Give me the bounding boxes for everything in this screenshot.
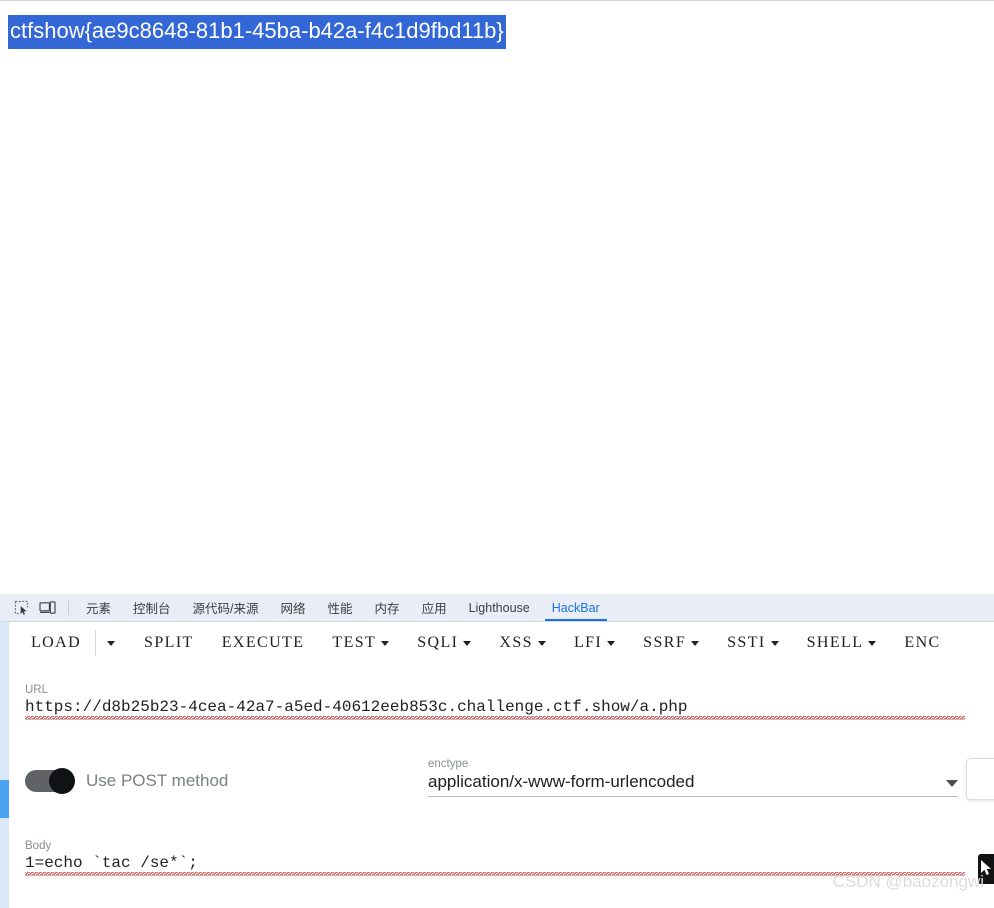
devtools-tab-network[interactable]: 网络 [270, 594, 317, 621]
body-input[interactable]: 1=echo `tac /se*`; [25, 854, 965, 876]
use-post-method-label: Use POST method [86, 771, 229, 790]
ssrf-menu-button[interactable]: SSRF [637, 630, 705, 656]
test-menu-button[interactable]: TEST [326, 630, 395, 656]
chevron-down-icon [770, 640, 779, 646]
enctype-selected-value: application/x-www-form-urlencoded [428, 772, 695, 791]
body-field[interactable]: Body 1=echo `tac /se*`; [25, 840, 965, 876]
enctype-select[interactable]: application/x-www-form-urlencoded [428, 772, 958, 797]
devtools-tab-sources[interactable]: 源代码/来源 [182, 594, 270, 621]
load-dropdown-caret-icon[interactable] [100, 630, 122, 656]
split-button[interactable]: SPLIT [138, 630, 200, 656]
toolbar-divider [68, 600, 69, 615]
devtools-tab-hackbar[interactable]: HackBar [541, 594, 611, 621]
toggle-knob [49, 768, 75, 794]
shell-menu-label: SHELL [806, 634, 864, 651]
ssti-menu-button[interactable]: SSTI [721, 630, 785, 656]
ssrf-menu-label: SSRF [643, 634, 687, 651]
hackbar-scrollbar-thumb[interactable] [0, 780, 9, 818]
encoding-menu-label: ENC [904, 634, 941, 651]
load-button-label: LOAD [31, 634, 82, 651]
enctype-field-label: enctype [428, 758, 469, 770]
chevron-down-icon [463, 640, 472, 646]
devtools-tab-label: 应用 [421, 602, 447, 616]
load-divider [95, 630, 97, 656]
url-input[interactable]: https://d8b25b23-4cea-42a7-a5ed-40612eeb… [25, 698, 965, 720]
chevron-down-icon [691, 640, 700, 646]
devtools-tab-elements[interactable]: 元素 [75, 594, 122, 621]
inspect-element-icon[interactable] [8, 594, 34, 621]
devtools-tab-memory[interactable]: 内存 [364, 594, 411, 621]
chevron-down-icon [946, 780, 958, 787]
chevron-down-icon [868, 640, 877, 646]
page-viewport: ctfshow{ae9c8648-81b1-45ba-b42a-f4c1d9fb… [0, 0, 994, 594]
url-field-label: URL [25, 684, 49, 696]
selected-flag-text[interactable]: ctfshow{ae9c8648-81b1-45ba-b42a-f4c1d9fb… [8, 15, 506, 49]
hackbar-panel: LOAD SPLIT EXECUTE TEST SQLI XSS LFI SSR… [0, 622, 994, 908]
enctype-field[interactable]: enctype application/x-www-form-urlencode… [428, 758, 958, 797]
right-overflow-panel[interactable] [966, 758, 994, 800]
chevron-down-icon [537, 640, 546, 646]
devtools-tabbar: 元素 控制台 源代码/来源 网络 性能 内存 应用 Lighthouse Hac… [0, 594, 994, 622]
devtools-tab-label: 性能 [327, 602, 353, 616]
devtools-panel: 元素 控制台 源代码/来源 网络 性能 内存 应用 Lighthouse Hac… [0, 594, 994, 908]
page-content: ctfshow{ae9c8648-81b1-45ba-b42a-f4c1d9fb… [8, 15, 994, 49]
shell-menu-button[interactable]: SHELL [801, 630, 883, 656]
devtools-tab-lighthouse[interactable]: Lighthouse [458, 594, 541, 621]
execute-button[interactable]: EXECUTE [216, 630, 311, 656]
execute-button-label: EXECUTE [221, 634, 305, 651]
lfi-menu-button[interactable]: LFI [568, 630, 621, 656]
xss-menu-label: XSS [499, 634, 533, 651]
body-field-label: Body [25, 840, 52, 852]
devtools-tab-performance[interactable]: 性能 [317, 594, 364, 621]
xss-menu-button[interactable]: XSS [493, 630, 552, 656]
chevron-down-icon [607, 640, 616, 646]
devtools-tab-label: 控制台 [133, 602, 171, 616]
devtools-tab-label: HackBar [551, 600, 600, 615]
ssti-menu-label: SSTI [727, 634, 766, 651]
hackbar-scrollbar-track[interactable] [0, 622, 9, 908]
devtools-tab-application[interactable]: 应用 [411, 594, 458, 621]
use-post-method-toggle[interactable] [25, 768, 75, 794]
sqli-menu-button[interactable]: SQLI [411, 630, 477, 656]
lfi-menu-label: LFI [573, 634, 603, 651]
devtools-tab-label: Lighthouse [468, 600, 530, 615]
load-button[interactable]: LOAD [25, 630, 87, 656]
devtools-tab-label: 源代码/来源 [192, 602, 259, 616]
use-post-method-row[interactable]: Use POST method [25, 768, 229, 794]
devtools-tab-label: 网络 [280, 602, 306, 616]
screenshot-root: ctfshow{ae9c8648-81b1-45ba-b42a-f4c1d9fb… [0, 0, 994, 908]
devtools-tab-label: 元素 [86, 602, 112, 616]
chevron-down-icon [381, 640, 390, 646]
device-toolbar-icon[interactable] [34, 594, 60, 621]
mouse-cursor-icon [978, 854, 994, 884]
hackbar-body: LOAD SPLIT EXECUTE TEST SQLI XSS LFI SSR… [9, 622, 994, 908]
hackbar-toolbar: LOAD SPLIT EXECUTE TEST SQLI XSS LFI SSR… [9, 622, 994, 664]
devtools-tab-console[interactable]: 控制台 [122, 594, 182, 621]
devtools-tab-label: 内存 [374, 602, 400, 616]
encoding-menu-button[interactable]: ENC [898, 630, 946, 656]
split-button-label: SPLIT [144, 634, 194, 651]
url-field[interactable]: URL https://d8b25b23-4cea-42a7-a5ed-4061… [25, 684, 965, 720]
sqli-menu-label: SQLI [417, 634, 459, 651]
test-menu-label: TEST [332, 634, 377, 651]
